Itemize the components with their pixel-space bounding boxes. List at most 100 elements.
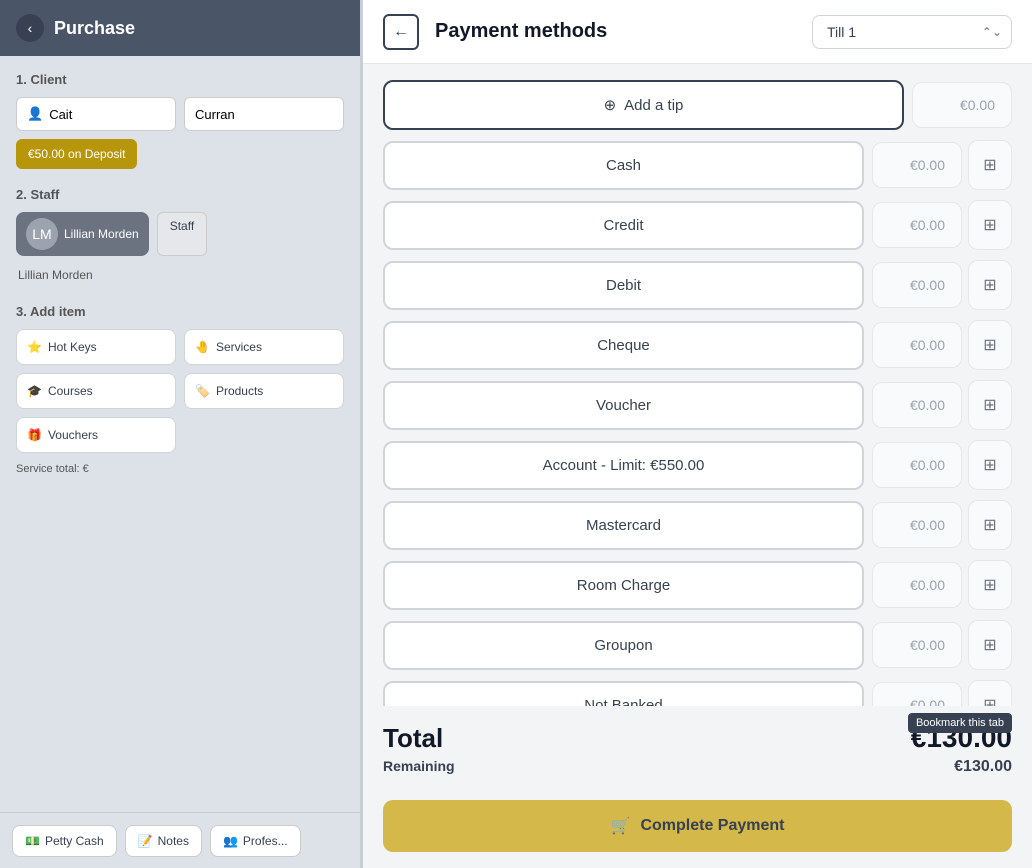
staff-section-label: 2. Staff bbox=[16, 187, 344, 202]
debit-amount-group: €0.00 ⊞ bbox=[872, 260, 1012, 310]
groupon-calc-button[interactable]: ⊞ bbox=[968, 620, 1012, 670]
mastercard-amount: €0.00 bbox=[872, 502, 962, 548]
client-last-name[interactable]: Curran bbox=[184, 97, 344, 131]
payment-row-account: Account - Limit: €550.00 €0.00 ⊞ bbox=[383, 440, 1012, 490]
purchase-header: ‹ Purchase bbox=[0, 0, 360, 56]
products-icon: 🏷️ bbox=[195, 384, 210, 398]
bookmark-tooltip: Bookmark this tab bbox=[908, 713, 1012, 733]
till-select[interactable]: Till 1 Till 2 Till 3 bbox=[812, 15, 1012, 49]
staff-avatar-button[interactable]: LM Lillian Morden bbox=[16, 212, 149, 256]
not-banked-button[interactable]: Not Banked bbox=[383, 681, 864, 707]
groupon-button[interactable]: Groupon bbox=[383, 621, 864, 670]
room-charge-calc-button[interactable]: ⊞ bbox=[968, 560, 1012, 610]
staff-section: 2. Staff LM Lillian Morden Staff Lillian… bbox=[16, 187, 344, 286]
staff-name-text: Lillian Morden bbox=[16, 264, 344, 286]
remaining-row: Remaining €130.00 bbox=[383, 758, 1012, 776]
cheque-calc-button[interactable]: ⊞ bbox=[968, 320, 1012, 370]
notes-icon: 📝 bbox=[138, 834, 153, 848]
petty-cash-icon: 💵 bbox=[25, 834, 40, 848]
mastercard-amount-group: €0.00 ⊞ bbox=[872, 500, 1012, 550]
complete-payment-button[interactable]: 🛒 Complete Payment bbox=[383, 800, 1012, 852]
payment-row-cheque: Cheque €0.00 ⊞ bbox=[383, 320, 1012, 370]
payment-row-room-charge: Room Charge €0.00 ⊞ bbox=[383, 560, 1012, 610]
voucher-button[interactable]: Voucher bbox=[383, 381, 864, 430]
petty-cash-button[interactable]: 💵 Petty Cash bbox=[12, 825, 117, 857]
payment-back-button[interactable]: ← bbox=[383, 14, 419, 50]
payment-row-not-banked: Not Banked €0.00 ⊞ bbox=[383, 680, 1012, 706]
payment-row-voucher: Voucher €0.00 ⊞ bbox=[383, 380, 1012, 430]
bottom-bar: 💵 Petty Cash 📝 Notes 👥 Profes... bbox=[0, 812, 360, 868]
cash-button[interactable]: Cash bbox=[383, 141, 864, 190]
cheque-amount: €0.00 bbox=[872, 322, 962, 368]
services-icon: 🤚 bbox=[195, 340, 210, 354]
remaining-label: Remaining bbox=[383, 758, 455, 774]
courses-button[interactable]: 🎓 Courses bbox=[16, 373, 176, 409]
total-label: Total bbox=[383, 723, 443, 754]
avatar: LM bbox=[26, 218, 58, 250]
purchase-title: Purchase bbox=[54, 18, 135, 39]
groupon-amount-group: €0.00 ⊞ bbox=[872, 620, 1012, 670]
payment-row-groupon: Groupon €0.00 ⊞ bbox=[383, 620, 1012, 670]
plus-circle-icon: ⊕ bbox=[604, 96, 617, 114]
account-calc-button[interactable]: ⊞ bbox=[968, 440, 1012, 490]
account-amount-group: €0.00 ⊞ bbox=[872, 440, 1012, 490]
voucher-amount: €0.00 bbox=[872, 382, 962, 428]
purchase-panel: ‹ Purchase 1. Client 👤 Cait Curran €50.0… bbox=[0, 0, 360, 868]
not-banked-amount: €0.00 bbox=[872, 682, 962, 706]
payment-scroll-area[interactable]: ⊕ Add a tip €0.00 Cash €0.00 ⊞ Credit €0… bbox=[363, 64, 1032, 706]
tip-amount: €0.00 bbox=[912, 82, 1012, 128]
vouchers-icon: 🎁 bbox=[27, 428, 42, 442]
hot-keys-button[interactable]: ⭐ Hot Keys bbox=[16, 329, 176, 365]
credit-amount-group: €0.00 ⊞ bbox=[872, 200, 1012, 250]
debit-button[interactable]: Debit bbox=[383, 261, 864, 310]
add-item-section: 3. Add item ⭐ Hot Keys 🤚 Services 🎓 Cour… bbox=[16, 304, 344, 475]
payment-row-credit: Credit €0.00 ⊞ bbox=[383, 200, 1012, 250]
services-button[interactable]: 🤚 Services bbox=[184, 329, 344, 365]
cash-amount: €0.00 bbox=[872, 142, 962, 188]
till-select-wrapper: Till 1 Till 2 Till 3 ⌃⌄ bbox=[812, 15, 1012, 49]
item-grid: ⭐ Hot Keys 🤚 Services 🎓 Courses 🏷️ Produ… bbox=[16, 329, 344, 453]
voucher-amount-group: €0.00 ⊞ bbox=[872, 380, 1012, 430]
account-amount: €0.00 bbox=[872, 442, 962, 488]
add-tip-button[interactable]: ⊕ Add a tip bbox=[383, 80, 904, 130]
add-item-label: 3. Add item bbox=[16, 304, 344, 319]
complete-payment-section: 🛒 Complete Payment bbox=[363, 788, 1032, 868]
professional-icon: 👥 bbox=[223, 834, 238, 848]
cash-calc-button[interactable]: ⊞ bbox=[968, 140, 1012, 190]
not-banked-amount-group: €0.00 ⊞ bbox=[872, 680, 1012, 706]
tip-row: ⊕ Add a tip €0.00 bbox=[383, 80, 1012, 130]
debit-calc-button[interactable]: ⊞ bbox=[968, 260, 1012, 310]
payment-panel: ← Payment methods Till 1 Till 2 Till 3 ⌃… bbox=[363, 0, 1032, 868]
account-button[interactable]: Account - Limit: €550.00 bbox=[383, 441, 864, 490]
professional-button[interactable]: 👥 Profes... bbox=[210, 825, 301, 857]
client-row: 👤 Cait Curran bbox=[16, 97, 344, 131]
vouchers-button[interactable]: 🎁 Vouchers bbox=[16, 417, 176, 453]
courses-icon: 🎓 bbox=[27, 384, 42, 398]
cart-icon: 🛒 bbox=[611, 816, 631, 836]
client-section-label: 1. Client bbox=[16, 72, 344, 87]
mastercard-button[interactable]: Mastercard bbox=[383, 501, 864, 550]
mastercard-calc-button[interactable]: ⊞ bbox=[968, 500, 1012, 550]
person-icon: 👤 bbox=[27, 106, 43, 122]
star-icon: ⭐ bbox=[27, 340, 42, 354]
debit-amount: €0.00 bbox=[872, 262, 962, 308]
service-total: Service total: € bbox=[16, 463, 344, 475]
notes-button[interactable]: 📝 Notes bbox=[125, 825, 202, 857]
staff-pill: Staff bbox=[157, 212, 207, 256]
deposit-button[interactable]: €50.00 on Deposit bbox=[16, 139, 137, 169]
credit-button[interactable]: Credit bbox=[383, 201, 864, 250]
room-charge-button[interactable]: Room Charge bbox=[383, 561, 864, 610]
groupon-amount: €0.00 bbox=[872, 622, 962, 668]
voucher-calc-button[interactable]: ⊞ bbox=[968, 380, 1012, 430]
cheque-button[interactable]: Cheque bbox=[383, 321, 864, 370]
not-banked-calc-button[interactable]: ⊞ bbox=[968, 680, 1012, 706]
purchase-content: 1. Client 👤 Cait Curran €50.00 on Deposi… bbox=[0, 56, 360, 503]
remaining-amount: €130.00 bbox=[954, 758, 1012, 776]
staff-row: LM Lillian Morden Staff bbox=[16, 212, 344, 256]
purchase-back-button[interactable]: ‹ bbox=[16, 14, 44, 42]
room-charge-amount-group: €0.00 ⊞ bbox=[872, 560, 1012, 610]
payment-header: ← Payment methods Till 1 Till 2 Till 3 ⌃… bbox=[363, 0, 1032, 64]
credit-calc-button[interactable]: ⊞ bbox=[968, 200, 1012, 250]
client-first-name[interactable]: 👤 Cait bbox=[16, 97, 176, 131]
products-button[interactable]: 🏷️ Products bbox=[184, 373, 344, 409]
